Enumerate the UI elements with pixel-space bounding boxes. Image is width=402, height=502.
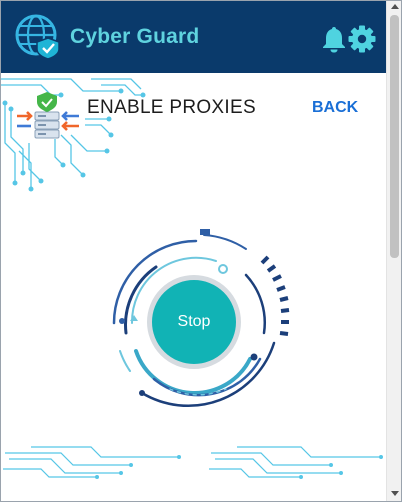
scroll-up-arrow-icon[interactable]	[391, 4, 399, 9]
globe-shield-icon	[15, 14, 60, 60]
scroll-thumb[interactable]	[390, 15, 399, 258]
gear-icon[interactable]	[348, 25, 376, 53]
circuit-footer-decoration	[3, 446, 383, 479]
scroll-down-arrow-icon[interactable]	[391, 491, 399, 496]
bell-icon[interactable]	[321, 25, 347, 53]
back-button[interactable]: BACK	[312, 99, 358, 117]
extension-popup: Cyber Guard ENABLE PROXIES BACK Stop	[0, 0, 402, 502]
proxy-server-shield-icon	[17, 92, 79, 139]
main-content: ENABLE PROXIES BACK Stop	[1, 73, 386, 501]
app-header: Cyber Guard	[1, 1, 386, 73]
app-title: Cyber Guard	[70, 25, 200, 48]
stop-button[interactable]: Stop	[147, 275, 241, 369]
vertical-scrollbar[interactable]	[386, 1, 401, 501]
page-title: ENABLE PROXIES	[87, 97, 256, 118]
